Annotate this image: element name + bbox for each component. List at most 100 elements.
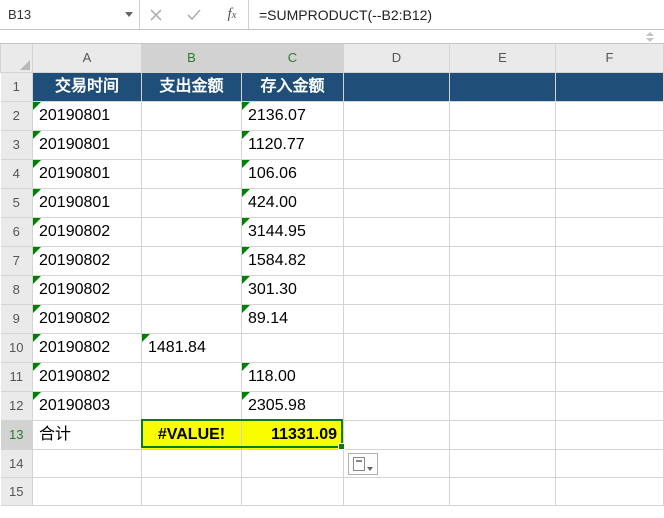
cell-E5[interactable] bbox=[450, 188, 556, 217]
cell-B7[interactable] bbox=[142, 246, 242, 275]
cell-A3[interactable]: 20190801 bbox=[33, 130, 142, 159]
cell-B13[interactable]: #VALUE! bbox=[142, 420, 242, 449]
cell-C6[interactable]: 3144.95 bbox=[242, 217, 344, 246]
cell-F3[interactable] bbox=[556, 130, 664, 159]
cell-F14[interactable] bbox=[556, 449, 664, 477]
row-header-6[interactable]: 6 bbox=[1, 217, 33, 246]
cell-A10[interactable]: 20190802 bbox=[33, 333, 142, 362]
row-header-13[interactable]: 13 bbox=[1, 420, 33, 449]
cell-F5[interactable] bbox=[556, 188, 664, 217]
cell-C8[interactable]: 301.30 bbox=[242, 275, 344, 304]
cell-F2[interactable] bbox=[556, 101, 664, 130]
cell-B14[interactable] bbox=[142, 449, 242, 477]
cancel-icon[interactable] bbox=[148, 9, 164, 21]
cell-C9[interactable]: 89.14 bbox=[242, 304, 344, 333]
cell-A12[interactable]: 20190803 bbox=[33, 391, 142, 420]
cell-F9[interactable] bbox=[556, 304, 664, 333]
cell-B2[interactable] bbox=[142, 101, 242, 130]
col-header-A[interactable]: A bbox=[33, 44, 142, 72]
cell-A1[interactable]: 交易时间 bbox=[33, 72, 142, 101]
cell-B10[interactable]: 1481.84 bbox=[142, 333, 242, 362]
name-box-wrap[interactable] bbox=[0, 0, 140, 29]
cell-A4[interactable]: 20190801 bbox=[33, 159, 142, 188]
cell-D10[interactable] bbox=[344, 333, 450, 362]
cell-E13[interactable] bbox=[450, 420, 556, 449]
row-header-1[interactable]: 1 bbox=[1, 72, 33, 101]
cell-F6[interactable] bbox=[556, 217, 664, 246]
cell-A11[interactable]: 20190802 bbox=[33, 362, 142, 391]
spreadsheet-grid[interactable]: A B C D E F 1 交易时间 支出金额 存入金额 2 20190801 … bbox=[0, 44, 664, 506]
cell-F4[interactable] bbox=[556, 159, 664, 188]
cell-B6[interactable] bbox=[142, 217, 242, 246]
cell-A8[interactable]: 20190802 bbox=[33, 275, 142, 304]
cell-A9[interactable]: 20190802 bbox=[33, 304, 142, 333]
cell-C4[interactable]: 106.06 bbox=[242, 159, 344, 188]
cell-D9[interactable] bbox=[344, 304, 450, 333]
cell-A15[interactable] bbox=[33, 477, 142, 505]
row-header-4[interactable]: 4 bbox=[1, 159, 33, 188]
cell-A6[interactable]: 20190802 bbox=[33, 217, 142, 246]
row-header-7[interactable]: 7 bbox=[1, 246, 33, 275]
cell-F8[interactable] bbox=[556, 275, 664, 304]
cell-C2[interactable]: 2136.07 bbox=[242, 101, 344, 130]
cell-C3[interactable]: 1120.77 bbox=[242, 130, 344, 159]
cell-C1[interactable]: 存入金额 bbox=[242, 72, 344, 101]
cell-E3[interactable] bbox=[450, 130, 556, 159]
cell-E9[interactable] bbox=[450, 304, 556, 333]
cell-E6[interactable] bbox=[450, 217, 556, 246]
cell-D8[interactable] bbox=[344, 275, 450, 304]
row-header-11[interactable]: 11 bbox=[1, 362, 33, 391]
name-box[interactable] bbox=[8, 7, 121, 22]
cell-D15[interactable] bbox=[344, 477, 450, 505]
col-header-F[interactable]: F bbox=[556, 44, 664, 72]
cell-F11[interactable] bbox=[556, 362, 664, 391]
row-header-9[interactable]: 9 bbox=[1, 304, 33, 333]
cell-A7[interactable]: 20190802 bbox=[33, 246, 142, 275]
cell-C7[interactable]: 1584.82 bbox=[242, 246, 344, 275]
cell-B9[interactable] bbox=[142, 304, 242, 333]
cell-E1[interactable] bbox=[450, 72, 556, 101]
row-header-8[interactable]: 8 bbox=[1, 275, 33, 304]
cell-D6[interactable] bbox=[344, 217, 450, 246]
cell-F10[interactable] bbox=[556, 333, 664, 362]
formula-input[interactable] bbox=[249, 7, 664, 23]
cell-F12[interactable] bbox=[556, 391, 664, 420]
row-header-3[interactable]: 3 bbox=[1, 130, 33, 159]
cell-B5[interactable] bbox=[142, 188, 242, 217]
cell-C15[interactable] bbox=[242, 477, 344, 505]
cell-D1[interactable] bbox=[344, 72, 450, 101]
col-header-D[interactable]: D bbox=[344, 44, 450, 72]
row-header-12[interactable]: 12 bbox=[1, 391, 33, 420]
cell-B12[interactable] bbox=[142, 391, 242, 420]
cell-D12[interactable] bbox=[344, 391, 450, 420]
cell-F1[interactable] bbox=[556, 72, 664, 101]
cell-C5[interactable]: 424.00 bbox=[242, 188, 344, 217]
cell-D3[interactable] bbox=[344, 130, 450, 159]
cell-D5[interactable] bbox=[344, 188, 450, 217]
cell-A2[interactable]: 20190801 bbox=[33, 101, 142, 130]
name-box-dropdown-icon[interactable] bbox=[125, 12, 133, 17]
cell-C14[interactable] bbox=[242, 449, 344, 477]
cell-E14[interactable] bbox=[450, 449, 556, 477]
cell-E15[interactable] bbox=[450, 477, 556, 505]
cell-C13[interactable]: 11331.09 bbox=[242, 420, 344, 449]
col-header-E[interactable]: E bbox=[450, 44, 556, 72]
cell-D13[interactable] bbox=[344, 420, 450, 449]
cell-C10[interactable] bbox=[242, 333, 344, 362]
select-all-corner[interactable] bbox=[1, 44, 33, 72]
cell-A5[interactable]: 20190801 bbox=[33, 188, 142, 217]
cell-A13[interactable]: 合计 bbox=[33, 420, 142, 449]
cell-B15[interactable] bbox=[142, 477, 242, 505]
cell-C11[interactable]: 118.00 bbox=[242, 362, 344, 391]
confirm-icon[interactable] bbox=[186, 9, 202, 21]
col-header-C[interactable]: C bbox=[242, 44, 344, 72]
cell-D7[interactable] bbox=[344, 246, 450, 275]
row-header-10[interactable]: 10 bbox=[1, 333, 33, 362]
cell-E10[interactable] bbox=[450, 333, 556, 362]
fx-icon[interactable]: fx bbox=[224, 6, 240, 23]
cell-E11[interactable] bbox=[450, 362, 556, 391]
cell-E7[interactable] bbox=[450, 246, 556, 275]
cell-D4[interactable] bbox=[344, 159, 450, 188]
cell-F15[interactable] bbox=[556, 477, 664, 505]
cell-F13[interactable] bbox=[556, 420, 664, 449]
